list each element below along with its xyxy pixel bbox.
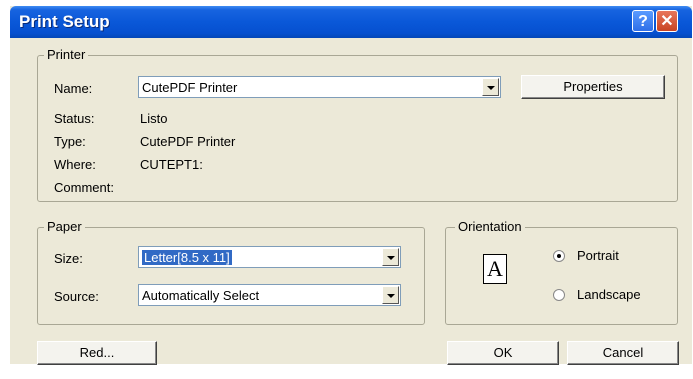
- paper-legend: Paper: [44, 219, 85, 234]
- portrait-radio[interactable]: [553, 250, 565, 262]
- paper-size-select[interactable]: Letter[8.5 x 11]: [138, 246, 401, 268]
- dialog-title: Print Setup: [19, 12, 110, 31]
- size-label: Size:: [54, 251, 83, 266]
- title-bar[interactable]: Print Setup ? ✕: [10, 6, 692, 38]
- help-button[interactable]: ?: [632, 10, 654, 32]
- chevron-down-icon[interactable]: [382, 248, 399, 266]
- cancel-button[interactable]: Cancel: [567, 341, 679, 365]
- chevron-down-icon[interactable]: [382, 286, 399, 304]
- portrait-label[interactable]: Portrait: [577, 248, 619, 263]
- comment-label: Comment:: [54, 180, 114, 195]
- portrait-page-icon: A: [483, 254, 507, 284]
- paper-size-value: Letter[8.5 x 11]: [142, 250, 232, 265]
- type-label: Type:: [54, 134, 86, 149]
- source-label: Source:: [54, 289, 99, 304]
- where-label: Where:: [54, 157, 96, 172]
- status-value: Listo: [140, 111, 168, 126]
- landscape-radio[interactable]: [553, 289, 565, 301]
- red-button[interactable]: Red...: [37, 341, 157, 365]
- close-button[interactable]: ✕: [656, 10, 678, 32]
- ok-button[interactable]: OK: [447, 341, 559, 365]
- printer-name-value: CutePDF Printer: [142, 80, 238, 95]
- paper-source-select[interactable]: Automatically Select: [138, 284, 401, 306]
- where-value: CUTEPT1:: [140, 157, 203, 172]
- printer-legend: Printer: [44, 47, 89, 62]
- paper-group: Paper: [37, 219, 425, 325]
- printer-name-select[interactable]: CutePDF Printer: [138, 76, 501, 98]
- orientation-legend: Orientation: [455, 219, 525, 234]
- type-value: CutePDF Printer: [140, 134, 236, 149]
- paper-source-value: Automatically Select: [142, 288, 260, 303]
- landscape-label[interactable]: Landscape: [577, 287, 641, 302]
- orientation-group: Orientation: [445, 219, 678, 325]
- status-label: Status:: [54, 111, 95, 126]
- properties-button[interactable]: Properties: [521, 75, 665, 99]
- name-label: Name:: [54, 81, 93, 96]
- chevron-down-icon[interactable]: [482, 78, 499, 96]
